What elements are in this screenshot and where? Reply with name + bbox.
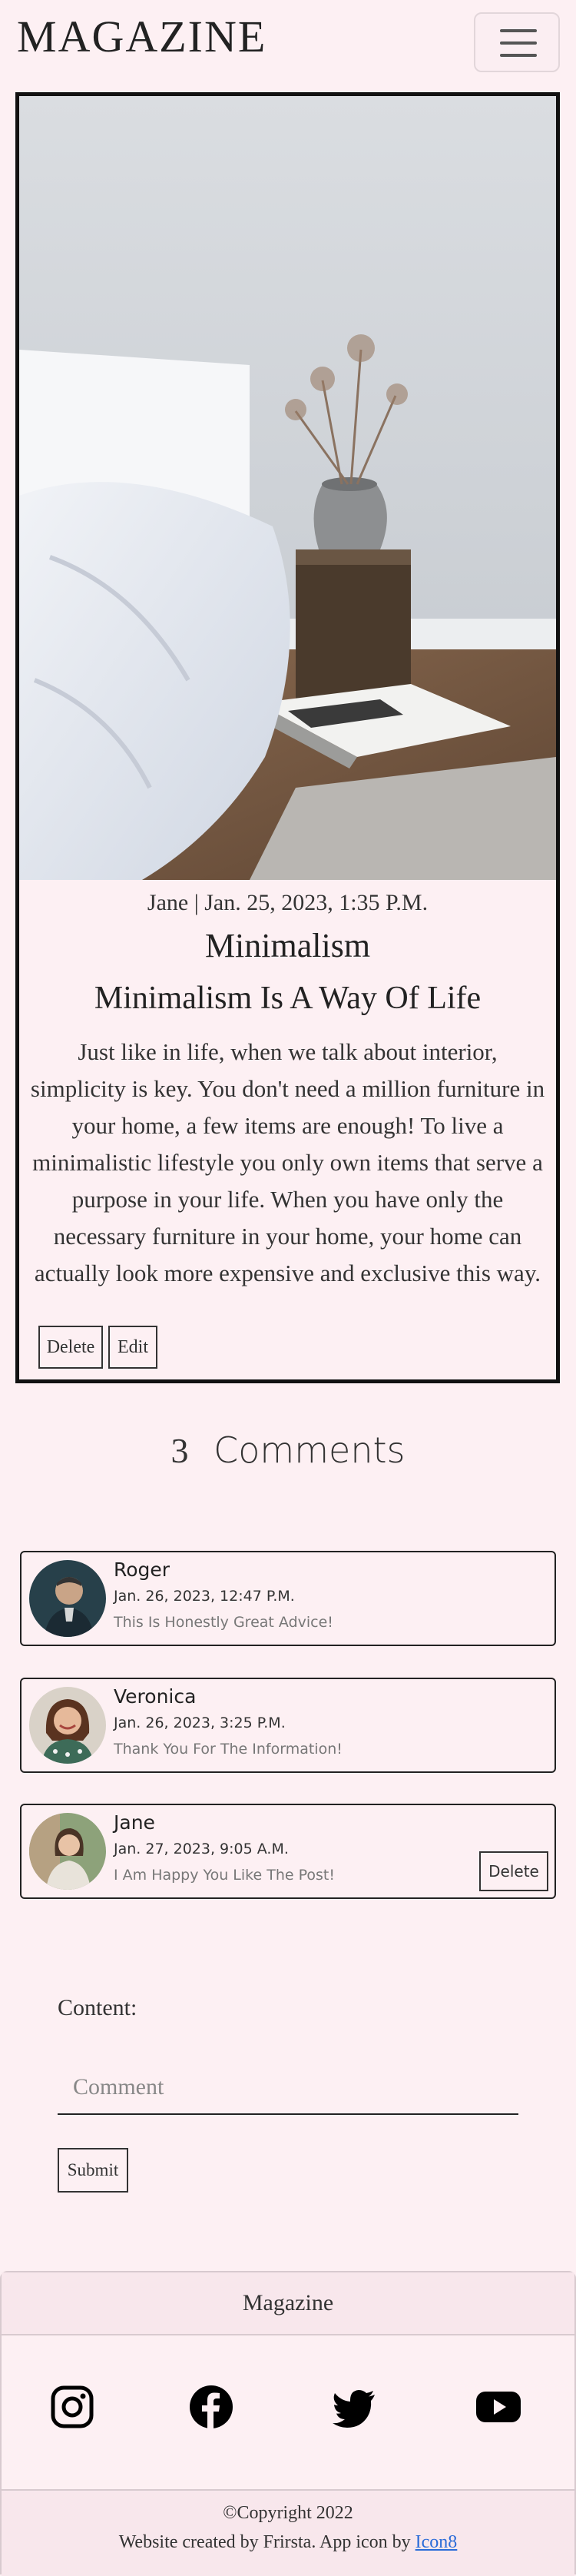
bedroom-photo [19, 96, 556, 880]
twitter-icon[interactable] [332, 2384, 378, 2430]
comment-date: Jan. 27, 2023, 9:05 A.M. [114, 1841, 289, 1857]
avatar [29, 1687, 106, 1764]
avatar [29, 1560, 106, 1637]
post-hero-image [19, 96, 556, 880]
hamburger-line [500, 29, 537, 32]
site-footer: Magazine ©Copyright 2022 Website created… [0, 2271, 576, 2576]
submit-button[interactable]: Submit [58, 2148, 128, 2193]
credit-line: Website created by Frirsta. App icon by … [2, 2532, 574, 2553]
comment-card: Jane Jan. 27, 2023, 9:05 A.M. I Am Happy… [20, 1804, 556, 1899]
comment-card: Veronica Jan. 26, 2023, 3:25 P.M. Thank … [20, 1678, 556, 1773]
comment-author: Jane [114, 1811, 155, 1834]
delete-post-button[interactable]: Delete [38, 1326, 103, 1369]
hamburger-line [500, 41, 537, 45]
footer-bottom-bar: ©Copyright 2022 Website created by Frirs… [2, 2489, 574, 2576]
comment-author: Veronica [114, 1685, 197, 1708]
post-title: Minimalism [204, 927, 371, 964]
comment-input[interactable] [58, 2061, 518, 2115]
delete-comment-button[interactable]: Delete [479, 1851, 548, 1891]
post-body: Just like in life, when we talk about in… [30, 1038, 545, 1286]
comments-count: 3 [170, 1431, 189, 1470]
site-brand[interactable]: MAGAZINE [17, 11, 266, 62]
comment-card: Roger Jan. 26, 2023, 12:47 P.M. This Is … [20, 1551, 556, 1646]
icon8-link[interactable]: Icon8 [415, 2532, 458, 2552]
copyright-text: ©Copyright 2022 [223, 2503, 353, 2523]
comment-date: Jan. 26, 2023, 3:25 P.M. [114, 1715, 286, 1731]
comment-text: Thank You For The Information! [114, 1741, 343, 1758]
post-subtitle: Minimalism Is A Way Of Life [94, 981, 482, 1016]
comment-text: I Am Happy You Like The Post! [114, 1867, 335, 1884]
credit-text: Website created by Frirsta. App icon by [118, 2532, 415, 2552]
avatar [29, 1813, 106, 1890]
post-meta: Jane | Jan. 25, 2023, 1:35 P.M. [147, 890, 429, 915]
post-card: Jane | Jan. 25, 2023, 1:35 P.M. Minimali… [15, 92, 560, 1383]
hamburger-line [500, 54, 537, 57]
footer-title: Magazine [2, 2272, 574, 2335]
comment-date: Jan. 26, 2023, 12:47 P.M. [114, 1588, 295, 1605]
comment-text: This Is Honestly Great Advice! [114, 1614, 333, 1631]
facebook-icon[interactable] [188, 2384, 234, 2430]
menu-toggle-button[interactable] [474, 12, 560, 72]
content-label: Content: [58, 1995, 137, 2020]
comments-heading-label: Comments [214, 1429, 406, 1471]
edit-post-button[interactable]: Edit [108, 1326, 157, 1369]
comments-heading: 3 Comments [0, 1429, 576, 1471]
instagram-icon[interactable] [49, 2384, 95, 2430]
youtube-icon[interactable] [475, 2384, 521, 2430]
comment-author: Roger [114, 1559, 170, 1581]
